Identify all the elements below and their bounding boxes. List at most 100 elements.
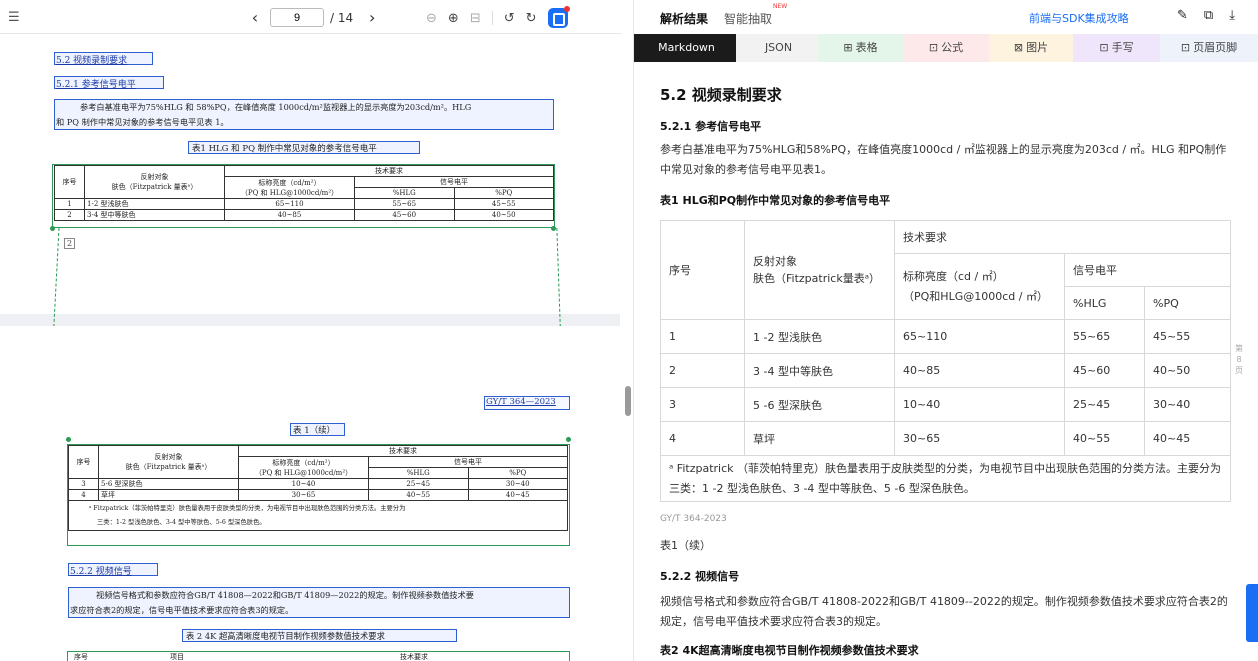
zoom-out-icon[interactable]: ⊖ xyxy=(426,11,437,26)
copy-icon[interactable]: ⧉ xyxy=(1204,8,1213,23)
tab-1[interactable]: JSON xyxy=(736,34,818,62)
table-row: 23 -4 型中等肤色 40~85 45~60 40~50 xyxy=(660,353,1231,388)
rotate-right-icon[interactable]: ↻ xyxy=(526,11,537,26)
pdf-page-1: 5.2 视频录制要求 5.2.1 参考信号电平 参考白基准电平为75%HLG 和… xyxy=(0,34,620,314)
standard-number: GY/T 364—2023 xyxy=(486,397,556,407)
edit-icon[interactable]: ✎ xyxy=(1177,8,1188,23)
table-cell: 反射对象 肤色（Fitzpatrick 量表ᵃ） xyxy=(84,165,225,199)
table-cell: %PQ xyxy=(453,187,554,199)
format-tabs: Markdown JSON ⊞ 表格 ⊡ 公式 ⊠ 图片 ⊡ 手写 ⊡ 页眉页脚 xyxy=(634,34,1258,62)
md-table-caption: 表1 HLG和PQ制作中常见对象的参考信号电平 xyxy=(660,194,891,207)
table-row: 4 草坪 30~65 40~55 40~45 xyxy=(68,489,568,501)
paragraph-line: 参考白基准电平为75%HLG 和 58%PQ，在峰值亮度 1000cd/m²监视… xyxy=(80,102,472,112)
pdf-page-2: GY/T 364—2023 表 1（续） 序号 反射对象 肤色（Fitzpatri… xyxy=(0,326,620,661)
sdk-guide-link[interactable]: 前端与SDK集成攻略 xyxy=(1029,10,1129,26)
toolbar-divider xyxy=(491,11,493,25)
table-cell: 项目 xyxy=(170,653,184,661)
tab-icon: ⊞ xyxy=(843,41,853,54)
floating-feedback-button[interactable] xyxy=(1246,584,1258,642)
tab-icon: ⊡ xyxy=(928,41,939,54)
menu-icon[interactable]: ☰ xyxy=(8,10,20,25)
zoom-in-icon[interactable]: ⊕ xyxy=(448,11,459,26)
table-cell: 标称亮度（cd / ㎡） （PQ和HLG@1000cd / ㎡） xyxy=(894,253,1065,320)
tab-5[interactable]: ⊡ 手写 xyxy=(1073,34,1160,62)
result-actions: ✎ ⧉ ⤓ xyxy=(1177,8,1235,23)
table-row: 35 -6 型深肤色 10~40 25~45 30~40 xyxy=(660,387,1231,422)
tab-0[interactable]: Markdown xyxy=(634,34,736,62)
tab-label: 页眉页脚 xyxy=(1193,41,1238,54)
md-table-cont: 表1（续） xyxy=(660,539,711,552)
app: ☰ ‹ / 14 › ⊖ ⊕ ⊟ ↺ ↻ 5.2 视频录制要求 5.2.1 xyxy=(0,0,1258,661)
table-1: 序号 反射对象 肤色（Fitzpatrick 量表ᵃ） 技术要求 标称亮度（cd/… xyxy=(54,165,554,221)
next-page-icon[interactable]: › xyxy=(363,8,381,27)
table-cell: 技术要求 xyxy=(894,220,1231,254)
tab-label: 手写 xyxy=(1111,41,1134,54)
tab-label: 公式 xyxy=(941,41,964,54)
table-note: ᵃ Fitzpatrick （菲茨帕特里克）肤色量表用于皮肤类型的分类，为电视节… xyxy=(660,455,1231,502)
link-anchor-dot xyxy=(66,437,71,442)
paragraph-line: 视频信号格式和参数应符合GB/T 41808—2022和GB/T 41809—2… xyxy=(96,590,474,600)
table-cell: 信号电平 xyxy=(1064,253,1231,287)
table-note: 三类：1-2 型浅色肤色、3-4 型中等肤色、5-6 型深色肤色。 xyxy=(97,518,266,526)
table-caption: 表1 HLG 和 PQ 制作中常见对象的参考信号电平 xyxy=(192,144,377,154)
prev-page-icon[interactable]: ‹ xyxy=(246,8,264,27)
tab-6[interactable]: ⊡ 页眉页脚 xyxy=(1160,34,1258,62)
result-header: 解析结果 智能抽取 NEW 前端与SDK集成攻略 ✎ ⧉ ⤓ xyxy=(634,0,1258,34)
md-table-caption: 表2 4K超高清晰度电视节目制作视频参数值技术要求 xyxy=(660,644,919,657)
link-anchor-dot xyxy=(551,226,556,231)
tab-label: 图片 xyxy=(1026,41,1049,54)
table-cell: 序号 xyxy=(660,220,745,320)
page-number-input[interactable] xyxy=(270,8,324,27)
link-anchor-dot xyxy=(50,226,55,231)
table-cell: 技术要求 xyxy=(400,653,428,661)
smart-extract-tab[interactable]: 智能抽取 xyxy=(724,10,772,27)
pane-resize-handle[interactable] xyxy=(625,386,631,416)
paragraph-line: 和 PQ 制作中常见对象的参考信号电平见表 1。 xyxy=(56,117,229,127)
table-1-continued: 序号 反射对象 肤色（Fitzpatrick 量表ᵃ） 技术要求 标称亮度（cd/… xyxy=(68,445,568,531)
page-total: / 14 xyxy=(330,10,354,25)
tab-label: 表格 xyxy=(855,41,878,54)
md-heading-5-2: 5.2 视频录制要求 xyxy=(660,86,782,104)
pdf-toolbar: ☰ ‹ / 14 › ⊖ ⊕ ⊟ ↺ ↻ xyxy=(0,0,622,34)
page-navigator: ‹ / 14 › xyxy=(246,8,381,27)
layout-toggle-icon[interactable] xyxy=(547,6,570,28)
table-cell: 反射对象 肤色（Fitzpatrick量表ᵃ） xyxy=(744,220,895,320)
md-table: 序号 反射对象 肤色（Fitzpatrick量表ᵃ） 技术要求 标称亮度（cd … xyxy=(660,220,1231,502)
md-paragraph: 参考白基准电平为75%HLG和58%PQ，在峰值亮度1000cd / ㎡监视器上… xyxy=(660,143,1227,176)
paragraph-line: 求应符合表2的规定，信号电平值技术要求应符合表3的规定。 xyxy=(70,605,294,615)
tab-label: JSON xyxy=(764,41,793,54)
page-footnote-marker: 2 xyxy=(64,238,76,249)
table-row: 4 草坪 30~65 40~55 40~45 xyxy=(660,421,1231,456)
table-cell: 序号 xyxy=(74,653,88,661)
table-cell: 序号 xyxy=(54,165,85,199)
table-cont-caption: 表 1（续） xyxy=(293,426,336,436)
table-row: 11 -2 型浅肤色 65~110 55~65 45~55 xyxy=(660,319,1231,354)
table-highlight[interactable] xyxy=(67,651,570,661)
pdf-tools: ⊖ ⊕ ⊟ ↺ ↻ xyxy=(426,6,570,28)
table-cell: %PQ xyxy=(1144,286,1231,320)
heading-5-2-2: 5.2.2 视频信号 xyxy=(70,567,132,577)
download-icon[interactable]: ⤓ xyxy=(1229,8,1235,23)
pdf-viewer-pane[interactable]: ☰ ‹ / 14 › ⊖ ⊕ ⊟ ↺ ↻ 5.2 视频录制要求 5.2.1 xyxy=(0,0,622,661)
table-row: 2 3-4 型中等肤色 40~85 45~60 40~50 xyxy=(54,209,554,221)
result-title[interactable]: 解析结果 xyxy=(660,10,708,27)
fit-page-icon[interactable]: ⊟ xyxy=(470,11,481,26)
md-heading-5-2-2: 5.2.2 视频信号 xyxy=(660,570,740,583)
heading-5-2-1: 5.2.1 参考信号电平 xyxy=(56,80,136,90)
tab-icon: ⊡ xyxy=(1099,41,1109,54)
tab-2[interactable]: ⊞ 表格 xyxy=(818,34,903,62)
md-standard-number: GY/T 364-2023 xyxy=(660,514,727,524)
page-gap xyxy=(0,314,620,326)
tab-label: Markdown xyxy=(658,41,715,54)
table-row: 3 5-6 型深肤色 10~40 25~45 30~40 xyxy=(68,478,568,490)
tab-3[interactable]: ⊡ 公式 xyxy=(903,34,989,62)
tab-icon: ⊠ xyxy=(1013,41,1024,54)
table-caption: 表 2 4K 超高清晰度电视节目制作视频参数值技术要求 xyxy=(186,631,385,641)
rotate-left-icon[interactable]: ↺ xyxy=(504,11,515,26)
md-heading-5-2-1: 5.2.1 参考信号电平 xyxy=(660,120,762,133)
table-note: ᵃ Fitzpatrick（菲茨帕特里克）肤色量表用于皮肤类型的分类，为电视节目… xyxy=(89,504,406,512)
table-cell: %HLG xyxy=(1064,286,1145,320)
md-paragraph: 视频信号格式和参数应符合GB/T 41808-2022和GB/T 41809--… xyxy=(660,595,1228,628)
tab-4[interactable]: ⊠ 图片 xyxy=(989,34,1073,62)
link-anchor-dot xyxy=(566,437,571,442)
